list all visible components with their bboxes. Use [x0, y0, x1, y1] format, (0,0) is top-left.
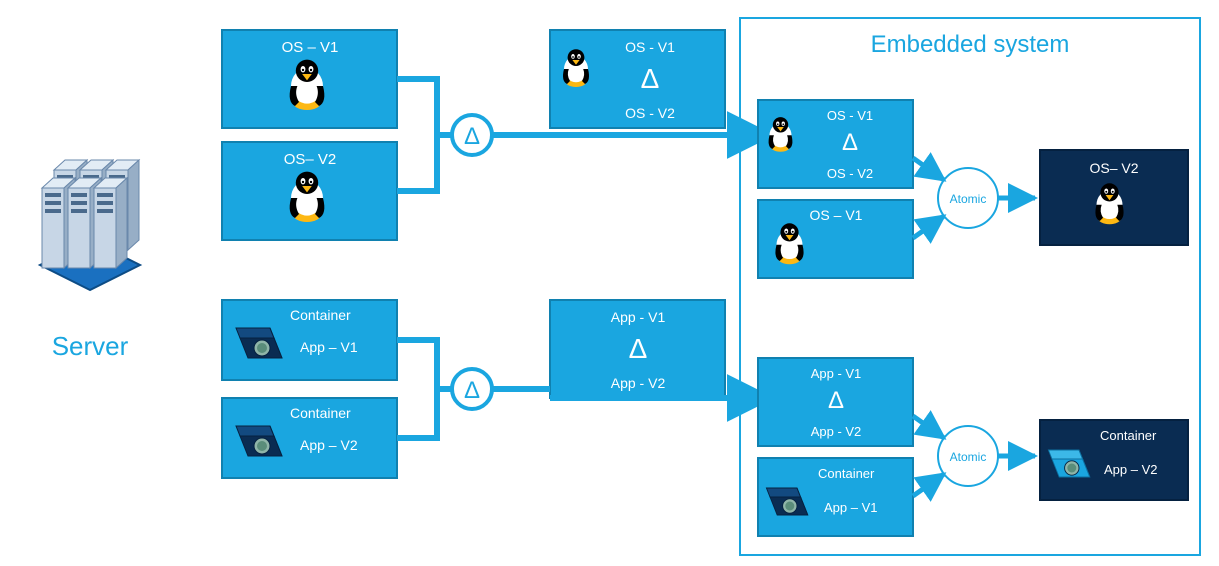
server-label: Server [52, 331, 129, 361]
server-icon [40, 160, 140, 290]
connector-app-merge [397, 340, 457, 438]
label-os-d-v2: OS - V2 [827, 166, 873, 181]
box-os-v1: OS – V1 [222, 30, 397, 128]
arrow-os-v1-to-atomic [913, 216, 944, 238]
delta-symbol: Δ [641, 63, 660, 94]
delta-symbol: Δ [464, 377, 480, 404]
embedded-label: Embedded system [871, 31, 1070, 58]
label-os-d-v1: OS - V1 [827, 108, 873, 123]
label-container: Container [818, 466, 875, 481]
box-container-final: Container App – V2 [1040, 420, 1188, 500]
label-app-d-v1: App - V1 [611, 309, 666, 325]
label-os-v1: OS – V1 [810, 207, 863, 223]
box-app-delta-embedded: App - V1 Δ App - V2 [758, 358, 913, 446]
delta-symbol: Δ [629, 333, 648, 364]
atomic-label: Atomic [950, 192, 987, 206]
label-app-final: App – V2 [1104, 462, 1158, 477]
arrow-os-delta-to-atomic [913, 158, 944, 180]
box-os-final: OS– V2 [1040, 150, 1188, 245]
label-app-d-v2: App - V2 [611, 375, 666, 391]
arrow-app-v1-to-atomic [913, 474, 944, 496]
box-container-v2: Container App – V2 [222, 398, 397, 478]
box-os-v2: OS– V2 [222, 142, 397, 240]
label-container: Container [290, 405, 351, 421]
delta-symbol: Δ [828, 387, 844, 414]
label-app-d-v2: App - V2 [811, 424, 862, 439]
box-os-delta-embedded: OS - V1 Δ OS - V2 [758, 100, 913, 188]
delta-symbol: Δ [842, 129, 858, 156]
box-container-v1: Container App – V1 [222, 300, 397, 380]
delta-symbol: Δ [464, 123, 480, 150]
label-os-v2: OS– V2 [284, 151, 337, 168]
label-app-d-v1: App - V1 [811, 366, 862, 381]
label-os-d-v1: OS - V1 [625, 39, 675, 55]
label-container-final: Container [1100, 428, 1157, 443]
label-os-v1: OS – V1 [282, 39, 339, 56]
connector-os-merge [397, 79, 457, 191]
label-os-d-v2: OS - V2 [625, 105, 675, 121]
label-app-v2: App – V2 [300, 437, 358, 453]
arrow-app-delta-to-atomic [913, 416, 944, 438]
atomic-label: Atomic [950, 450, 987, 464]
label-os-final: OS– V2 [1089, 160, 1138, 176]
box-os-v1-embedded: OS – V1 [758, 200, 913, 278]
label-app-v1: App – V1 [824, 500, 878, 515]
label-app-v1: App – V1 [300, 339, 358, 355]
label-container: Container [290, 307, 351, 323]
box-os-delta: OS - V1 Δ OS - V2 [550, 30, 725, 128]
box-app-delta: App - V1 Δ App - V2 [550, 300, 725, 398]
box-container-v1-embedded: Container App – V1 [758, 458, 913, 536]
